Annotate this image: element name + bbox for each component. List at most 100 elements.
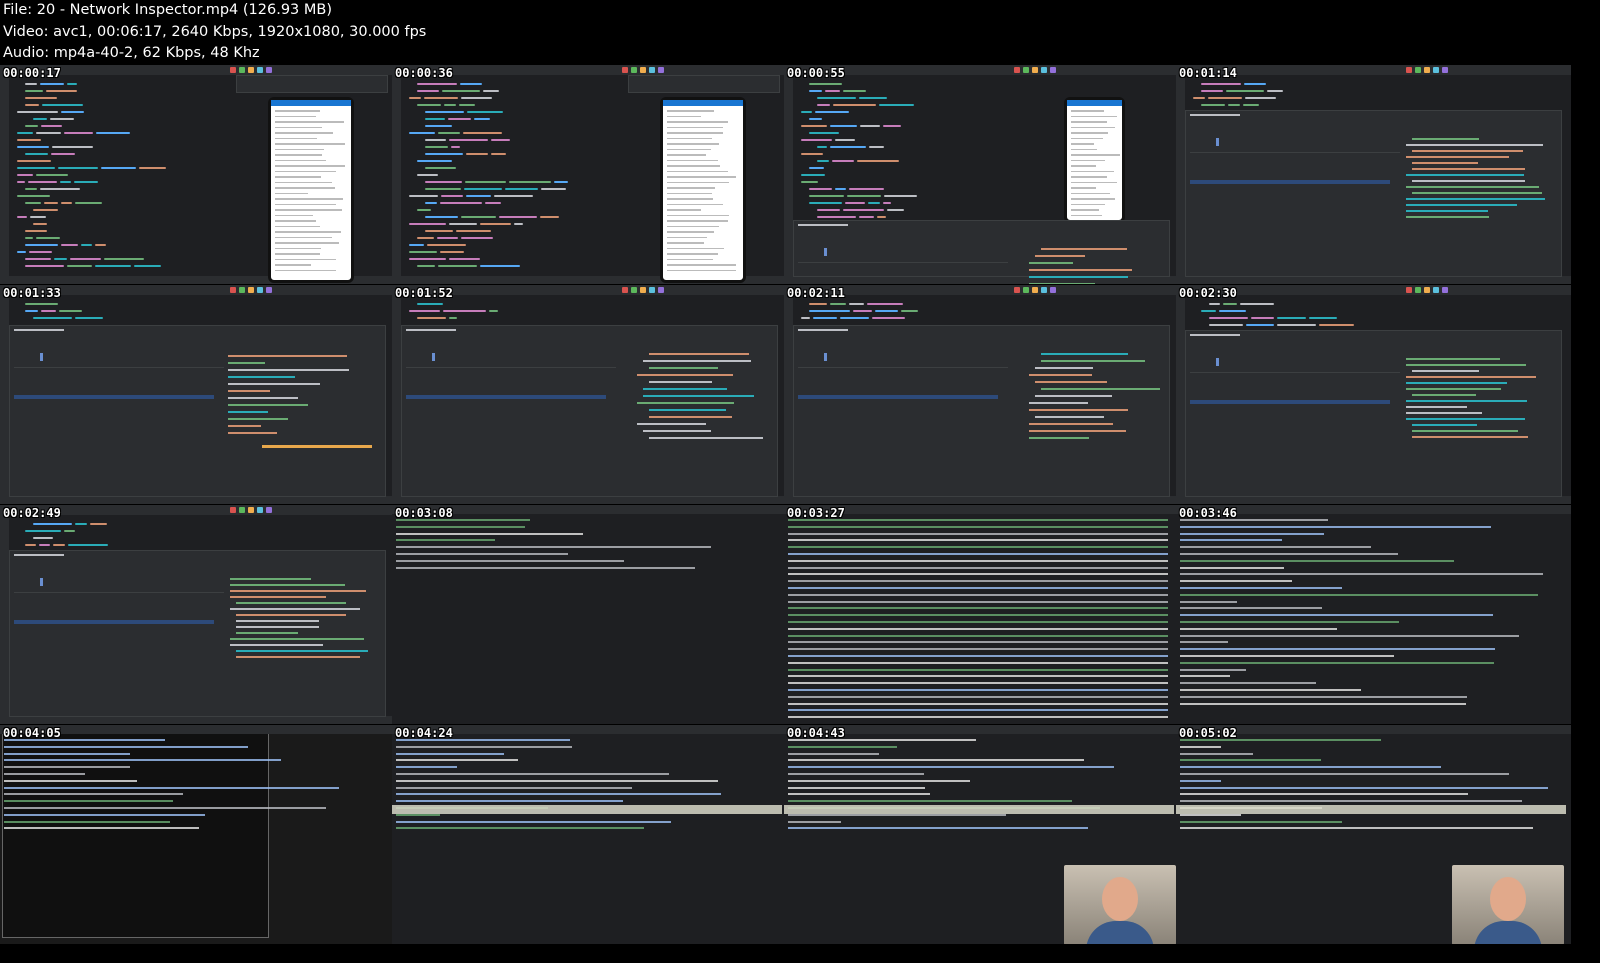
phone-text-line	[667, 132, 724, 134]
code-token	[425, 111, 465, 113]
code-token	[460, 97, 492, 99]
terminal-text-line	[396, 546, 712, 549]
code-token	[90, 523, 108, 525]
phone-text-line	[275, 242, 340, 244]
code-token	[504, 188, 538, 190]
code-token	[844, 202, 866, 204]
terminal-text-line	[4, 759, 281, 762]
terminal-text-line	[788, 752, 879, 755]
code-token	[25, 125, 39, 127]
toolbar-icon	[239, 507, 245, 513]
code-token	[857, 160, 900, 162]
terminal-text-line	[788, 695, 1168, 698]
phone-text-line	[1071, 137, 1104, 139]
phone-text-line	[275, 170, 336, 172]
terminal-text-line	[1180, 773, 1509, 775]
json-text-line	[236, 620, 320, 622]
thumbnail-grid: 00:00:17 00:00:36 00:00:55 00:01:14 00:01:33…	[0, 65, 1600, 963]
thumbnail-timestamp: 00:01:33	[3, 286, 61, 300]
code-token	[1251, 317, 1275, 319]
code-token	[417, 237, 435, 239]
code-token	[425, 167, 457, 169]
terminal-text-line	[1180, 661, 1494, 664]
terminal-text-line	[1180, 655, 1395, 657]
code-token	[17, 216, 28, 218]
body-text-line	[643, 430, 712, 432]
terminal-text-line	[788, 827, 1089, 830]
terminal-text-line	[1180, 813, 1241, 816]
ide-tool-strip	[392, 295, 401, 496]
terminal-text-line	[788, 634, 1168, 637]
code-token	[25, 258, 52, 260]
code-token	[25, 310, 38, 312]
terminal-text-line	[396, 759, 518, 762]
code-token	[882, 202, 891, 204]
video-thumbnail: 00:02:11	[784, 285, 1181, 506]
code-token	[29, 251, 53, 253]
toolbar-icon	[658, 67, 664, 73]
ide-tool-strip	[784, 75, 793, 276]
code-token	[424, 97, 458, 99]
code-token	[17, 251, 27, 253]
thumbnail-timestamp: 00:03:27	[787, 506, 845, 520]
json-text-line	[1406, 198, 1545, 200]
running-devices-bar	[628, 75, 780, 93]
code-token	[17, 111, 59, 113]
terminal-text-line	[396, 800, 623, 803]
code-token	[809, 202, 842, 204]
code-token	[459, 83, 482, 85]
code-token	[417, 317, 446, 319]
code-token	[17, 139, 41, 141]
code-token	[443, 104, 456, 106]
terminal-text-line	[788, 793, 930, 796]
code-token	[75, 523, 88, 525]
selected-request-row	[14, 620, 214, 624]
code-token	[81, 244, 93, 246]
terminal-text-line	[1180, 759, 1321, 762]
json-text-line	[1412, 370, 1479, 372]
terminal-text-line	[788, 519, 1168, 521]
code-token	[25, 303, 58, 305]
code-token	[498, 216, 537, 218]
timeline-spike	[1216, 358, 1219, 366]
phone-text-line	[1071, 214, 1102, 216]
body-text-line	[1041, 388, 1161, 390]
toolbar-icon	[1433, 287, 1439, 293]
code-token	[467, 111, 504, 113]
overview-text-line	[228, 411, 269, 413]
phone-text-line	[275, 192, 308, 194]
network-timeline	[14, 570, 224, 593]
terminal-text-line	[4, 745, 248, 748]
code-token	[417, 104, 441, 106]
toolbar-icon	[257, 67, 263, 73]
terminal-text-line	[788, 716, 1168, 719]
code-token	[425, 181, 463, 183]
code-token	[25, 230, 48, 232]
phone-text-line	[667, 247, 724, 249]
overview-text-line	[228, 369, 349, 371]
code-token	[839, 317, 869, 319]
video-thumbnail: 00:03:46	[1176, 505, 1573, 726]
body-text-line	[1035, 255, 1085, 257]
terminal-text-line	[788, 621, 1168, 623]
phone-text-line	[275, 231, 341, 233]
code-token	[25, 97, 57, 99]
thumbnail-timestamp: 00:04:43	[787, 726, 845, 740]
terminal-text-line	[396, 786, 633, 789]
body-text-line	[1029, 276, 1129, 278]
json-text-line	[1406, 144, 1543, 146]
terminal-text-line	[1180, 702, 1467, 705]
code-token	[417, 209, 431, 211]
toolbar-icon	[658, 287, 664, 293]
toolbar-icon	[1014, 287, 1020, 293]
code-token	[73, 181, 98, 183]
code-token	[17, 167, 56, 169]
code-token	[859, 97, 887, 99]
code-token	[809, 188, 833, 190]
toolbar-icon	[631, 287, 637, 293]
body-text-line	[1041, 353, 1129, 355]
phone-text-line	[275, 258, 336, 260]
code-token	[835, 139, 856, 141]
phone-text-line	[667, 170, 729, 172]
code-token	[878, 104, 915, 106]
